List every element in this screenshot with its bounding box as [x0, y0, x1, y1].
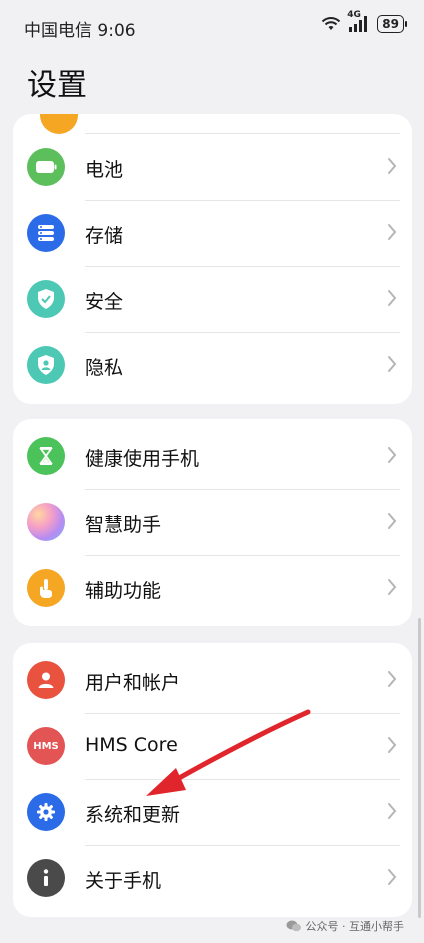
watermark: 公众号 · 互通小帮手 — [286, 918, 405, 934]
watermark-text: 公众号 · 互通小帮手 — [305, 920, 405, 933]
annotation-arrow — [146, 709, 311, 796]
wechat-icon — [286, 920, 301, 932]
